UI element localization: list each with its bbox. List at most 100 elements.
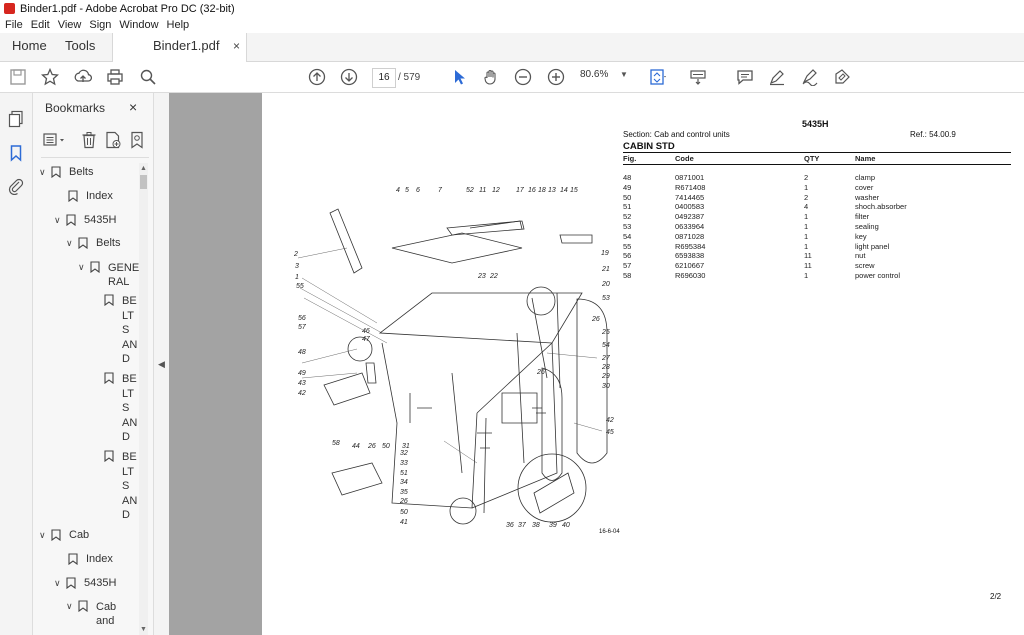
fill-sign-icon[interactable] xyxy=(832,67,852,87)
chevron-down-icon[interactable]: ∨ xyxy=(78,262,90,273)
page-thumbnails-icon[interactable] xyxy=(7,110,25,128)
bookmark-item-cab-5435h[interactable]: ∨ 5435H xyxy=(54,577,116,589)
previous-page-icon[interactable] xyxy=(307,67,327,87)
tab-home[interactable]: Home xyxy=(12,33,47,61)
bookmarks-scrollbar[interactable]: ▲ ▼ xyxy=(139,163,148,635)
find-zoom-icon[interactable] xyxy=(138,67,158,87)
bookmark-icon xyxy=(68,190,78,202)
tab-document[interactable]: Binder1.pdf × xyxy=(112,33,247,62)
print-icon[interactable] xyxy=(105,67,125,87)
chevron-down-icon[interactable]: ∨ xyxy=(66,601,78,612)
bookmark-icon xyxy=(68,553,78,565)
new-bookmark-icon[interactable] xyxy=(105,131,121,149)
bookmark-item-cab-and[interactable]: ∨ Cab and xyxy=(66,600,120,628)
callout-number: 30 xyxy=(602,383,610,390)
bookmark-icon xyxy=(104,372,114,384)
callout-number: 37 xyxy=(518,522,526,529)
bookmark-label: Belts xyxy=(69,166,94,178)
bookmarks-panel-icon[interactable] xyxy=(7,144,25,162)
document-viewport[interactable]: 5435H Section: Cab and control units Ref… xyxy=(169,93,1024,635)
menu-file[interactable]: File xyxy=(5,19,23,31)
zoom-level-input[interactable]: 80.6% xyxy=(580,69,608,80)
fit-page-icon[interactable] xyxy=(648,67,668,87)
bookmark-search-icon[interactable] xyxy=(129,131,145,149)
zoom-dropdown-icon[interactable]: ▼ xyxy=(620,70,628,79)
tab-close-icon[interactable]: × xyxy=(233,33,240,59)
parts-heading: CABIN STD xyxy=(623,141,675,152)
cell-code: 0633964 xyxy=(675,222,705,231)
section-title: Section: Cab and control units xyxy=(623,130,730,139)
bookmark-star-icon[interactable] xyxy=(40,67,60,87)
cell-qty: 1 xyxy=(804,241,809,251)
callout-number: 57 xyxy=(298,324,306,331)
keyboard-scroll-icon[interactable] xyxy=(688,67,708,87)
chevron-down-icon[interactable]: ∨ xyxy=(66,238,78,249)
scrollbar-thumb[interactable] xyxy=(140,175,147,189)
zoom-out-icon[interactable] xyxy=(513,67,533,87)
scroll-up-icon[interactable]: ▲ xyxy=(140,165,147,172)
menu-view[interactable]: View xyxy=(58,19,82,31)
bookmark-item-general[interactable]: ∨ GENE RAL xyxy=(78,261,140,289)
menu-help[interactable]: Help xyxy=(167,19,190,31)
callout-number: 26 xyxy=(400,498,408,505)
callout-number: 22 xyxy=(490,273,498,280)
comment-icon[interactable] xyxy=(735,67,755,87)
collapse-arrow-icon[interactable]: ◀ xyxy=(158,359,165,370)
delete-bookmark-icon[interactable] xyxy=(81,131,97,149)
attachments-paperclip-icon[interactable] xyxy=(7,177,25,196)
tab-tools[interactable]: Tools xyxy=(65,33,95,61)
page-number-input[interactable]: 16 xyxy=(372,68,396,88)
cell-name: cover xyxy=(855,182,874,192)
bookmark-icon xyxy=(66,214,76,226)
menu-edit[interactable]: Edit xyxy=(31,19,50,31)
bookmark-item-belts-sub[interactable]: ∨ Belts xyxy=(66,237,120,249)
bookmark-item-belts-and-3[interactable]: BE LT S AN D xyxy=(104,450,138,523)
cell-fig: 51 xyxy=(623,202,632,212)
callout-number: 5 xyxy=(405,187,409,194)
bookmark-item-cab[interactable]: ∨ Cab xyxy=(39,529,89,541)
callout-number: 12 xyxy=(492,187,500,194)
cell-name: filter xyxy=(855,212,870,222)
chevron-down-icon[interactable]: ∨ xyxy=(39,530,51,541)
menu-sign[interactable]: Sign xyxy=(89,19,111,31)
cell-qty: 1 xyxy=(804,212,809,222)
upload-cloud-icon[interactable] xyxy=(73,67,93,87)
cell-code: 0871028 xyxy=(675,231,705,241)
bookmarks-close-icon[interactable]: × xyxy=(129,99,137,115)
hand-tool-icon[interactable] xyxy=(481,67,501,87)
next-page-icon[interactable] xyxy=(339,67,359,87)
panel-collapse-handle[interactable]: ◀ xyxy=(153,93,169,635)
cell-fig: 57 xyxy=(623,261,632,271)
bookmark-options-icon[interactable] xyxy=(43,131,69,149)
cell-code: 7414465 xyxy=(675,192,705,202)
acrobat-app-icon xyxy=(4,3,15,14)
callout-number: 55 xyxy=(296,283,304,290)
cell-name: sealing xyxy=(855,222,879,231)
cell-qty: 11 xyxy=(804,251,812,261)
zoom-in-icon[interactable] xyxy=(546,67,566,87)
cell-qty: 1 xyxy=(804,182,809,192)
chevron-down-icon[interactable]: ∨ xyxy=(54,215,66,226)
menu-window[interactable]: Window xyxy=(119,19,158,31)
header-rule-top xyxy=(623,152,1011,153)
chevron-down-icon[interactable]: ∨ xyxy=(54,578,66,589)
bookmark-item-index[interactable]: Index xyxy=(68,190,113,202)
bookmark-item-belts-and-2[interactable]: BE LT S AN D xyxy=(104,372,138,445)
cell-qty: 1 xyxy=(804,231,809,241)
bookmark-item-belts[interactable]: ∨ Belts xyxy=(39,166,93,178)
cell-code: 0871001 xyxy=(675,173,705,182)
callout-number: 31 xyxy=(402,443,410,450)
highlight-pen-icon[interactable] xyxy=(767,67,787,87)
bookmark-label: BE LT S AN D xyxy=(122,373,138,444)
draw-freeform-icon[interactable] xyxy=(800,67,820,87)
bookmark-item-5435h[interactable]: ∨ 5435H xyxy=(54,214,116,226)
bookmark-item-belts-and-1[interactable]: BE LT S AN D xyxy=(104,294,138,367)
page-label: 2/2 xyxy=(990,592,1002,601)
select-cursor-icon[interactable] xyxy=(449,67,469,87)
cell-fig: 55 xyxy=(623,241,632,251)
scroll-down-icon[interactable]: ▼ xyxy=(140,626,147,633)
chevron-down-icon[interactable]: ∨ xyxy=(39,167,51,178)
save-icon[interactable] xyxy=(8,67,28,87)
bookmark-item-cab-index[interactable]: Index xyxy=(68,553,113,565)
callout-number: 20 xyxy=(602,281,610,288)
